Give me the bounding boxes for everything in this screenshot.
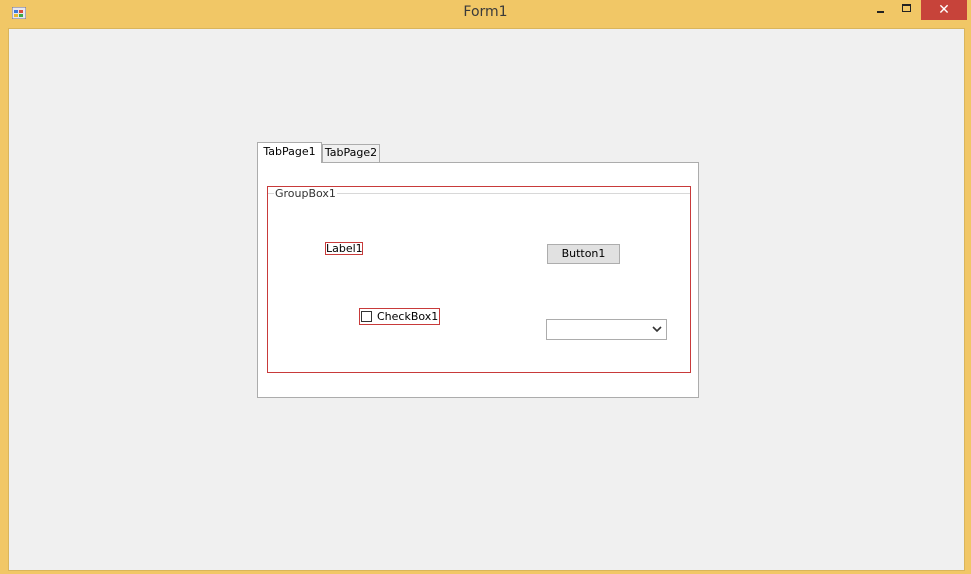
checkbox-box[interactable] <box>361 311 372 322</box>
window-title: Form1 <box>463 4 508 20</box>
maximize-icon[interactable] <box>896 0 918 20</box>
chevron-down-icon[interactable] <box>652 323 662 335</box>
groupbox-title: GroupBox1 <box>274 187 337 200</box>
tab-tabpage2[interactable]: TabPage2 <box>322 144 380 162</box>
combobox1[interactable] <box>546 319 667 340</box>
label1: Label1 <box>325 242 363 255</box>
button1[interactable]: Button1 <box>547 244 620 264</box>
close-icon[interactable]: ✕ <box>921 0 967 20</box>
minimize-icon[interactable] <box>869 0 891 20</box>
form1-window: Form1 ✕ TabPage1 TabPage2 GroupBox1 Labe… <box>0 0 971 574</box>
tab-tabpage1[interactable]: TabPage1 <box>257 142 322 163</box>
title-bar[interactable]: Form1 ✕ <box>0 0 971 28</box>
checkbox1[interactable]: CheckBox1 <box>359 308 440 325</box>
checkbox-label[interactable]: CheckBox1 <box>377 310 438 323</box>
groupbox1: GroupBox1 <box>267 186 691 373</box>
